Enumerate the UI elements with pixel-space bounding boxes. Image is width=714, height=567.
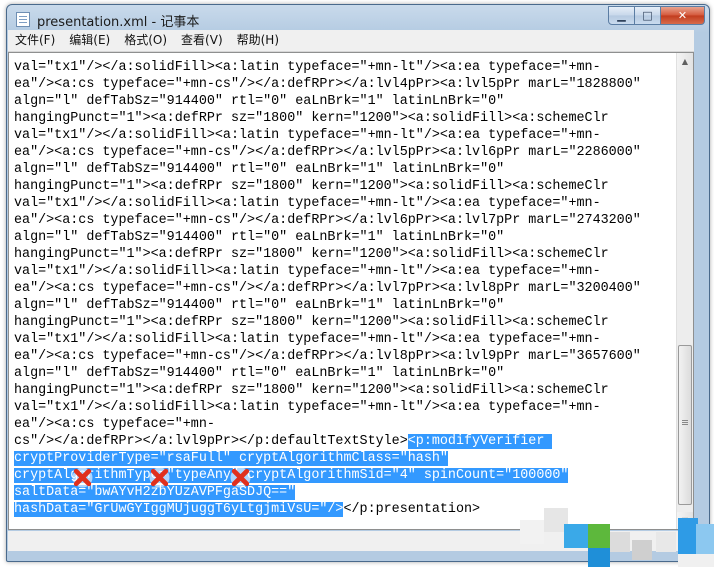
text-line: ea"/><a:cs typeface="+mn-cs"/></a:defRPr…	[14, 212, 641, 229]
text-line: hangingPunct="1"><a:defRPr sz="1800" ker…	[14, 110, 609, 127]
text-line: algn="l" defTabSz="914400" rtl="0" eaLnB…	[14, 297, 504, 314]
line-text: ea"/><a:cs typeface="+mn-cs"/></a:defRPr…	[14, 213, 641, 228]
selected-text: cryptAlgorithmType="typeAny" cryptAlgori…	[14, 468, 569, 483]
maximize-button[interactable]: □	[635, 6, 661, 25]
menu-edit[interactable]: 编辑(E)	[62, 30, 117, 51]
menu-bar: 文件(F) 编辑(E) 格式(O) 查看(V) 帮助(H)	[8, 30, 694, 52]
text-line: hangingPunct="1"><a:defRPr sz="1800" ker…	[14, 382, 609, 399]
title-bar[interactable]: presentation.xml - 记事本 ▁ □ ✕	[7, 5, 709, 33]
text-editor[interactable]: val="tx1"/></a:solidFill><a:latin typefa…	[8, 52, 694, 530]
line-text: hangingPunct="1"><a:defRPr sz="1800" ker…	[14, 247, 609, 262]
red-x-mark-icon	[230, 467, 251, 488]
scroll-thumb[interactable]	[678, 345, 692, 505]
line-text: val="tx1"/></a:solidFill><a:latin typefa…	[14, 60, 601, 75]
text-line: ea"/><a:cs typeface="+mn-cs"/></a:defRPr…	[14, 348, 641, 365]
caption-buttons: ▁ □ ✕	[608, 6, 705, 26]
scroll-grip-icon	[682, 420, 688, 421]
text-line: hashData="GrUwGYIggMUjuggT6yLtgjmiVsU="/…	[14, 501, 480, 518]
text-line: hangingPunct="1"><a:defRPr sz="1800" ker…	[14, 246, 609, 263]
vertical-scrollbar[interactable]: ▲ ▼	[676, 53, 693, 529]
text-line: ea"/><a:cs typeface="+mn-cs"/></a:defRPr…	[14, 76, 641, 93]
window-title: presentation.xml - 记事本	[37, 15, 200, 30]
text-line: hangingPunct="1"><a:defRPr sz="1800" ker…	[14, 178, 609, 195]
line-text: val="tx1"/></a:solidFill><a:latin typefa…	[14, 196, 601, 211]
text-line: hangingPunct="1"><a:defRPr sz="1800" ker…	[14, 314, 609, 331]
line-text: algn="l" defTabSz="914400" rtl="0" eaLnB…	[14, 230, 505, 245]
text-line: algn="l" defTabSz="914400" rtl="0" eaLnB…	[14, 161, 504, 178]
text-line: val="tx1"/></a:solidFill><a:latin typefa…	[14, 399, 601, 416]
red-x-mark-icon	[72, 467, 93, 488]
text-line: ea"/><a:cs typeface="+mn-cs"/></a:defRPr…	[14, 280, 641, 297]
close-button[interactable]: ✕	[661, 6, 705, 25]
notepad-icon	[16, 12, 30, 27]
watermark-mosaic	[520, 508, 714, 567]
text-line: algn="l" defTabSz="914400" rtl="0" eaLnB…	[14, 229, 504, 246]
text-line: cryptProviderType="rsaFull" cryptAlgorit…	[14, 450, 448, 467]
text-line: ea"/><a:cs typeface="+mn-	[14, 416, 215, 433]
red-x-mark-icon	[149, 467, 170, 488]
line-text: ea"/><a:cs typeface="+mn-cs"/></a:defRPr…	[14, 145, 641, 160]
line-text: ea"/><a:cs typeface="+mn-cs"/></a:defRPr…	[14, 281, 641, 296]
minimize-button[interactable]: ▁	[608, 6, 635, 25]
text-content-area[interactable]: val="tx1"/></a:solidFill><a:latin typefa…	[9, 53, 677, 529]
menu-file[interactable]: 文件(F)	[8, 30, 62, 51]
line-text: hangingPunct="1"><a:defRPr sz="1800" ker…	[14, 315, 609, 330]
line-text: val="tx1"/></a:solidFill><a:latin typefa…	[14, 128, 601, 143]
text-line: val="tx1"/></a:solidFill><a:latin typefa…	[14, 195, 601, 212]
selected-text: <p:modifyVerifier	[407, 434, 553, 449]
text-line: val="tx1"/></a:solidFill><a:latin typefa…	[14, 127, 601, 144]
text-line: algn="l" defTabSz="914400" rtl="0" eaLnB…	[14, 365, 504, 382]
text-line: cryptAlgorithmType="typeAny" cryptAlgori…	[14, 467, 569, 484]
text-line: cs"/></a:defRPr></a:lvl9pPr></p:defaultT…	[14, 433, 553, 450]
line-text: ea"/><a:cs typeface="+mn-cs"/></a:defRPr…	[14, 77, 641, 92]
text-line: val="tx1"/></a:solidFill><a:latin typefa…	[14, 59, 601, 76]
line-text: hangingPunct="1"><a:defRPr sz="1800" ker…	[14, 179, 609, 194]
line-text: val="tx1"/></a:solidFill><a:latin typefa…	[14, 400, 601, 415]
line-text: algn="l" defTabSz="914400" rtl="0" eaLnB…	[14, 94, 505, 109]
line-text: val="tx1"/></a:solidFill><a:latin typefa…	[14, 332, 601, 347]
menu-format[interactable]: 格式(O)	[117, 30, 174, 51]
line-text: algn="l" defTabSz="914400" rtl="0" eaLnB…	[14, 162, 505, 177]
line-text: val="tx1"/></a:solidFill><a:latin typefa…	[14, 264, 601, 279]
line-text: ea"/><a:cs typeface="+mn-	[14, 417, 215, 432]
line-text: </p:presentation>	[343, 502, 481, 517]
text-line: ea"/><a:cs typeface="+mn-cs"/></a:defRPr…	[14, 144, 641, 161]
line-text: cs"/></a:defRPr></a:lvl9pPr></p:defaultT…	[14, 434, 408, 449]
text-line: val="tx1"/></a:solidFill><a:latin typefa…	[14, 263, 601, 280]
line-text: algn="l" defTabSz="914400" rtl="0" eaLnB…	[14, 366, 505, 381]
selected-text: hashData="GrUwGYIggMUjuggT6yLtgjmiVsU="/…	[14, 502, 344, 517]
text-line: algn="l" defTabSz="914400" rtl="0" eaLnB…	[14, 93, 504, 110]
text-line: val="tx1"/></a:solidFill><a:latin typefa…	[14, 331, 601, 348]
line-text: hangingPunct="1"><a:defRPr sz="1800" ker…	[14, 111, 609, 126]
menu-view[interactable]: 查看(V)	[174, 30, 230, 51]
selected-text: cryptProviderType="rsaFull" cryptAlgorit…	[14, 451, 448, 466]
menu-help[interactable]: 帮助(H)	[230, 30, 286, 51]
line-text: hangingPunct="1"><a:defRPr sz="1800" ker…	[14, 383, 609, 398]
scroll-up-arrow-icon[interactable]: ▲	[677, 53, 693, 70]
line-text: algn="l" defTabSz="914400" rtl="0" eaLnB…	[14, 298, 505, 313]
line-text: ea"/><a:cs typeface="+mn-cs"/></a:defRPr…	[14, 349, 641, 364]
